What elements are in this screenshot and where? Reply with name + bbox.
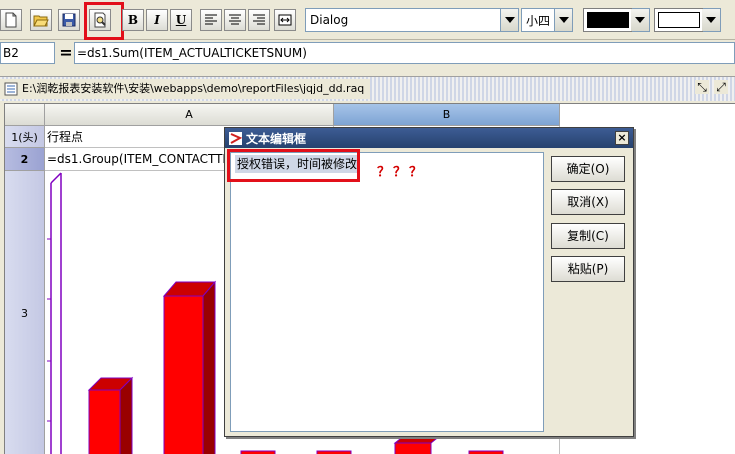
question-marks-annotation: ？？？ [377,165,426,180]
maximize-window-icon[interactable]: ⤢ [714,80,728,94]
chart-bar-5 [393,434,443,454]
align-right-button[interactable] [248,9,270,31]
dialog-title: 文本编辑框 [246,131,307,146]
merge-cells-button[interactable] [274,9,296,31]
app-logo-icon [229,131,242,145]
cancel-button[interactable]: 取消(X) [551,189,625,215]
background-color-fill [658,12,700,28]
italic-button[interactable]: I [146,9,168,31]
window-path: E:\润乾报表安装软件\安装\webapps\demo\reportFiles\… [22,82,365,95]
align-right-icon [253,14,265,25]
close-icon[interactable]: × [615,131,629,145]
chart-y-axis [47,172,62,454]
ok-button[interactable]: 确定(O) [551,156,625,182]
text-edit-dialog: 文本编辑框 × 授权错误，时间被修改 确定(O) 取消(X) 复制(C) 粘贴(… [224,127,634,437]
highlight-text-selection [227,149,360,182]
column-header-b[interactable]: B [334,104,560,126]
merge-cells-icon [278,14,292,26]
report-file-icon [4,82,18,96]
chevron-down-icon[interactable] [554,9,572,31]
font-size-combo[interactable]: 小四 [521,8,573,32]
minimize-window-icon[interactable]: ⤡ [695,80,709,94]
copy-button[interactable]: 复制(C) [551,223,625,249]
row-header-3[interactable]: 3 [5,171,45,454]
highlight-preview-button [84,2,124,40]
toolbar: B I U Dialog 小四 [0,0,735,40]
bold-button[interactable]: B [122,9,144,31]
formula-bar: B2 = =ds1.Sum(ITEM_ACTUALTICKETSNUM) [0,40,735,66]
align-left-icon [205,14,217,25]
paste-button[interactable]: 粘贴(P) [551,256,625,282]
background-color-dropdown[interactable] [702,8,721,32]
font-size-value: 小四 [526,13,551,28]
dialog-title-bar: 文本编辑框 × [225,128,633,148]
chart-bar-1 [87,376,134,454]
save-button[interactable] [58,9,80,31]
new-file-button[interactable] [0,9,22,31]
chevron-down-icon [631,9,649,31]
align-left-button[interactable] [200,9,222,31]
column-header-a[interactable]: A [45,104,334,126]
background-color-swatch[interactable] [654,8,704,32]
dialog-text-area[interactable]: 授权错误，时间被修改 [230,152,544,432]
align-center-icon [229,14,241,25]
folder-open-icon [33,15,49,27]
corner-header[interactable] [5,104,45,126]
underline-button[interactable]: U [170,9,192,31]
text-color-fill [587,12,629,28]
font-name-value: Dialog [310,13,349,27]
chevron-down-icon[interactable] [500,9,518,31]
window-title-bar: E:\润乾报表安装软件\安装\webapps\demo\reportFiles\… [0,77,735,101]
window-title: E:\润乾报表安装软件\安装\webapps\demo\reportFiles\… [0,79,371,99]
cell-reference-field[interactable]: B2 [0,42,55,64]
new-file-icon [5,12,17,28]
formula-input[interactable]: =ds1.Sum(ITEM_ACTUALTICKETSNUM) [74,42,735,64]
row-header-1[interactable]: 1(头) [5,126,45,148]
chevron-down-icon [702,9,720,31]
equals-label: = [59,43,73,62]
align-center-button[interactable] [224,9,246,31]
text-color-dropdown[interactable] [631,8,650,32]
open-file-button[interactable] [30,9,52,31]
text-color-swatch[interactable] [583,8,633,32]
chart-bar-2 [162,280,217,454]
font-name-combo[interactable]: Dialog [305,8,519,32]
report-designer-window: B I U Dialog 小四 B2 = =ds1.Sum(ITEM_ACTUA… [0,0,735,454]
floppy-disk-icon [62,13,76,27]
row-header-2[interactable]: 2 [5,148,45,171]
